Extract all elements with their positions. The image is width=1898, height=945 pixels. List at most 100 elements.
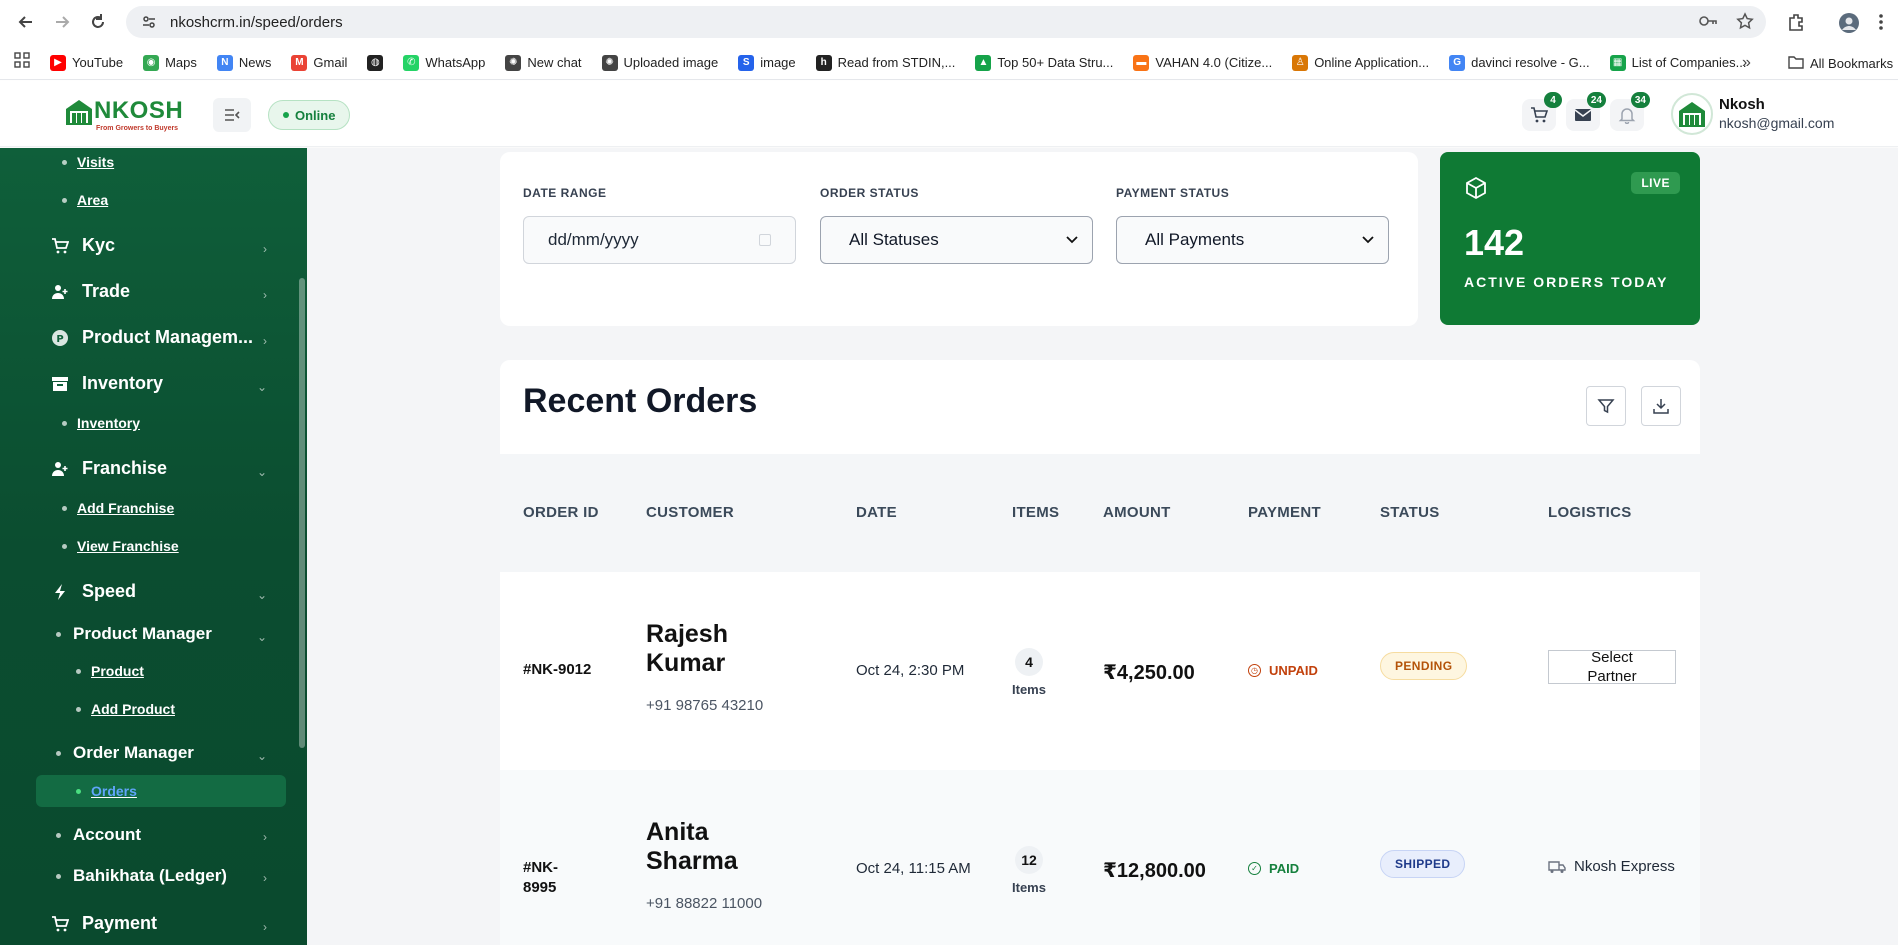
recent-orders-title: Recent Orders bbox=[523, 382, 758, 420]
chevron-down-icon[interactable]: ⌄ bbox=[257, 588, 267, 602]
bookmark-item[interactable]: ◉ Maps bbox=[143, 54, 197, 71]
chevron-right-icon[interactable]: › bbox=[263, 242, 267, 256]
sidebar-item-trade[interactable]: Trade bbox=[50, 281, 130, 302]
calendar-icon[interactable] bbox=[759, 234, 771, 246]
payment-status-select[interactable]: All Payments bbox=[1116, 216, 1389, 264]
chevron-right-icon[interactable]: › bbox=[263, 920, 267, 934]
bookmark-item[interactable]: N News bbox=[216, 54, 271, 71]
mail-button[interactable]: 24 bbox=[1566, 92, 1606, 131]
address-bar[interactable]: nkoshcrm.in/speed/orders bbox=[126, 6, 1766, 38]
bookmark-item[interactable]: ▶ YouTube bbox=[50, 54, 123, 71]
reload-icon[interactable] bbox=[86, 10, 110, 34]
sidebar-item-product[interactable]: Product bbox=[76, 663, 144, 679]
col-logistics[interactable]: LOGISTICS bbox=[1548, 504, 1632, 521]
bookmark-label: WhatsApp bbox=[425, 55, 486, 70]
bookmarks-list: ▶ YouTube ◉ Maps N News M Gmail ◍ ✆ WhatsApp ✺ New c… bbox=[50, 54, 1766, 71]
site-settings-icon[interactable] bbox=[140, 13, 158, 31]
sidebar-toggle-button[interactable] bbox=[213, 98, 251, 132]
sidebar-item-add-franchise[interactable]: Add Franchise bbox=[62, 500, 174, 516]
url-text[interactable]: nkoshcrm.in/speed/orders bbox=[170, 14, 343, 31]
sidebar-scrollbar[interactable] bbox=[299, 278, 305, 748]
logistics-partner[interactable]: Nkosh Express bbox=[1548, 858, 1675, 875]
sidebar-item-product-management[interactable]: P Product Managem... bbox=[50, 327, 253, 348]
download-button[interactable] bbox=[1641, 386, 1681, 426]
sidebar-item-payment[interactable]: Payment bbox=[50, 913, 157, 934]
bookmark-item[interactable]: h Read from STDIN,... bbox=[815, 54, 955, 71]
bookmark-item[interactable]: ▦ List of Companies... bbox=[1609, 54, 1746, 71]
bookmark-item[interactable]: ▲ Top 50+ Data Stru... bbox=[975, 54, 1113, 71]
col-status[interactable]: STATUS bbox=[1380, 504, 1440, 521]
chevron-right-icon[interactable]: › bbox=[263, 288, 267, 302]
sidebar-item-kyc[interactable]: Kyc bbox=[50, 235, 115, 256]
online-status-badge: Online bbox=[268, 100, 351, 130]
sidebar-item-add-product[interactable]: Add Product bbox=[76, 701, 175, 717]
bookmark-item[interactable]: Simage bbox=[738, 54, 796, 71]
bullet-icon bbox=[56, 832, 61, 838]
payment-status-text: PAID bbox=[1269, 861, 1300, 876]
back-icon[interactable] bbox=[14, 10, 38, 34]
all-bookmarks[interactable]: All Bookmarks bbox=[1788, 55, 1893, 72]
date-range-input[interactable]: dd/mm/yyyy bbox=[523, 216, 796, 264]
col-items[interactable]: ITEMS bbox=[1012, 504, 1059, 521]
order-id[interactable]: #NK-9012 bbox=[523, 660, 603, 680]
notifications-button[interactable]: 34 bbox=[1610, 92, 1650, 131]
chevron-down-icon[interactable]: ⌄ bbox=[257, 749, 267, 763]
apps-grid-icon[interactable] bbox=[14, 52, 30, 73]
bookmark-item[interactable]: ▬ VAHAN 4.0 (Citize... bbox=[1133, 54, 1272, 71]
col-date[interactable]: DATE bbox=[856, 504, 897, 521]
bookmark-item[interactable]: ✆ WhatsApp bbox=[403, 54, 486, 71]
user-avatar[interactable] bbox=[1671, 93, 1713, 135]
col-amount[interactable]: AMOUNT bbox=[1103, 504, 1171, 521]
sidebar-item-franchise[interactable]: Franchise bbox=[50, 458, 167, 479]
cart-button[interactable]: 4 bbox=[1522, 92, 1562, 131]
bookmark-favicon-icon: ◉ bbox=[143, 54, 160, 71]
order-id[interactable]: #NK-8995 bbox=[523, 858, 573, 898]
bookmark-item[interactable]: ✺ New chat bbox=[505, 54, 582, 71]
order-status-value: All Statuses bbox=[849, 230, 939, 249]
sidebar-item-inventory[interactable]: Inventory bbox=[50, 373, 163, 394]
customer-phone: +91 88822 11000 bbox=[646, 895, 763, 912]
bookmark-star-icon[interactable] bbox=[1736, 12, 1754, 35]
chevron-right-icon[interactable]: › bbox=[263, 871, 267, 885]
nkosh-logo[interactable]: NKOSH From Growers to Buyers bbox=[64, 95, 184, 135]
sidebar-item-order-manager[interactable]: Order Manager bbox=[56, 743, 194, 763]
select-partner-button[interactable]: Select Partner bbox=[1548, 649, 1676, 685]
col-order-id[interactable]: ORDER ID bbox=[523, 504, 599, 521]
filter-button[interactable] bbox=[1586, 386, 1626, 426]
table-row[interactable]: #NK-9012 Rajesh Kumar +91 98765 43210 Oc… bbox=[500, 572, 1700, 770]
extensions-icon[interactable] bbox=[1784, 10, 1808, 34]
table-row[interactable]: #NK-8995 Anita Sharma +91 88822 11000 Oc… bbox=[500, 770, 1700, 945]
sidebar-item-area[interactable]: Area bbox=[62, 192, 108, 208]
sidebar-item-visits[interactable]: Visits bbox=[62, 154, 114, 170]
col-customer[interactable]: CUSTOMER bbox=[646, 504, 734, 521]
more-bookmarks-icon[interactable]: » bbox=[1742, 54, 1751, 72]
user-name[interactable]: Nkosh bbox=[1719, 96, 1765, 113]
chevron-down-icon[interactable]: ⌄ bbox=[257, 630, 267, 644]
col-payment[interactable]: PAYMENT bbox=[1248, 504, 1321, 521]
forward-icon[interactable] bbox=[50, 10, 74, 34]
bullet-icon bbox=[62, 420, 67, 426]
sidebar-item-view-franchise[interactable]: View Franchise bbox=[62, 538, 179, 554]
bookmark-label: Uploaded image bbox=[623, 55, 719, 70]
bookmark-item[interactable]: ◍ bbox=[367, 54, 384, 71]
chevron-right-icon[interactable]: › bbox=[263, 830, 267, 844]
sidebar-item-product-manager[interactable]: Product Manager bbox=[56, 624, 212, 644]
chevron-down-icon[interactable]: ⌄ bbox=[257, 380, 267, 394]
bookmark-item[interactable]: Gdavinci resolve - G... bbox=[1449, 54, 1590, 71]
sidebar-item-orders[interactable]: Orders bbox=[76, 783, 137, 799]
order-status-select[interactable]: All Statuses bbox=[820, 216, 1093, 264]
sidebar-item-speed[interactable]: Speed bbox=[50, 581, 136, 602]
bookmark-item[interactable]: ✺ Uploaded image bbox=[601, 54, 719, 71]
bookmark-item[interactable]: M Gmail bbox=[291, 54, 347, 71]
profile-avatar-icon[interactable] bbox=[1836, 10, 1862, 36]
sidebar-item-inventory-list[interactable]: Inventory bbox=[62, 415, 140, 431]
chevron-down-icon[interactable]: ⌄ bbox=[257, 465, 267, 479]
sidebar-item-bahikhata[interactable]: Bahikhata (Ledger) bbox=[56, 866, 227, 886]
browser-menu-icon[interactable] bbox=[1872, 10, 1890, 34]
chevron-right-icon[interactable]: › bbox=[263, 334, 267, 348]
password-key-icon[interactable] bbox=[1698, 12, 1718, 35]
sidebar-item-account[interactable]: Account bbox=[56, 825, 141, 845]
bookmark-item[interactable]: ♙ Online Application... bbox=[1292, 54, 1429, 71]
sidebar-item-label: Franchise bbox=[82, 458, 168, 478]
mail-count-badge: 24 bbox=[1586, 92, 1606, 108]
